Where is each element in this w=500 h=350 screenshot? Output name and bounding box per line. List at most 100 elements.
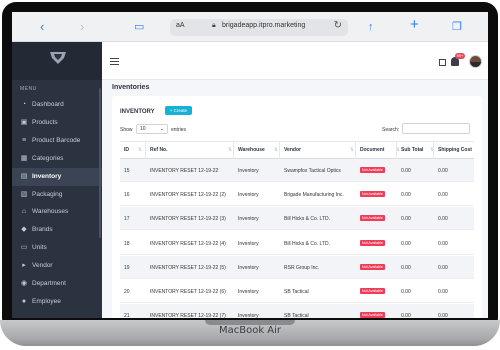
sidebar-item-label: Product Barcode <box>32 136 81 144</box>
cell-vendor: SB Tactical <box>284 289 309 295</box>
cell-subtotal: 0.00 <box>401 289 411 295</box>
brigade-logo-icon <box>50 52 66 64</box>
sidebar-item-packaging[interactable]: ▧ Packaging <box>12 186 102 204</box>
table-row[interactable]: 18 INVENTORY RESET 12-19-22 (4) Inventory B… <box>120 232 474 255</box>
sidebar-toggle-icon[interactable]: ▭ <box>134 19 144 35</box>
back-icon[interactable]: ‹ <box>40 19 44 35</box>
table-row[interactable]: 16 INVENTORY RESET 12-19-22 (2) Inventory B… <box>120 183 474 207</box>
table-header: ID ⇅ Ref No. ⇅ Warehouse ⇅ Vendor ⇅ Document ⇅ Sub… <box>120 141 474 160</box>
document-status-badge: Not Available <box>360 239 385 246</box>
sidebar-item-product-barcode[interactable]: ≡ Product Barcode <box>12 132 102 150</box>
forward-icon[interactable]: › <box>80 19 84 35</box>
sidebar-scrollbar[interactable] <box>99 88 101 238</box>
column-header[interactable]: Sub Total <box>401 147 423 153</box>
sidebar-item-label: Vendor <box>32 262 53 270</box>
table-row[interactable]: 19 INVENTORY RESET 12-19-22 (5) Inventory R… <box>120 255 474 279</box>
entries-label: entries <box>171 127 187 133</box>
cell-warehouse: Inventory <box>238 240 259 247</box>
new-tab-icon[interactable]: + <box>410 17 419 33</box>
cell-warehouse: Inventory <box>238 168 259 174</box>
lock-icon: 🔒︎ <box>212 22 216 29</box>
cell-warehouse: Inventory <box>238 264 259 271</box>
sidebar-item-brands[interactable]: ◆ Brands <box>12 221 102 239</box>
sort-icon[interactable]: ⇅ <box>350 147 354 153</box>
sort-icon[interactable]: ⇅ <box>228 147 232 153</box>
search-label: Search: <box>382 127 400 133</box>
notification-badge: 99+ <box>455 53 465 59</box>
column-header[interactable]: Document <box>360 147 384 153</box>
table-row[interactable]: 20 INVENTORY RESET 12-19-22 (6) Inventory S… <box>120 280 474 303</box>
avatar[interactable] <box>469 55 482 68</box>
tabs-icon[interactable]: ❐ <box>452 19 462 35</box>
brand-logo[interactable] <box>12 42 102 80</box>
cell-warehouse: Inventory <box>238 289 259 295</box>
warehouse-icon: ⌂ <box>21 208 27 216</box>
dashboard-icon: ◔ <box>21 101 27 108</box>
sidebar-item-categories[interactable]: ▦ Categories <box>12 150 102 168</box>
column-header[interactable]: ID <box>124 147 129 153</box>
cell-warehouse: Inventory <box>238 216 259 223</box>
cell-subtotal: 0.00 <box>401 264 411 271</box>
cell-vendor: SB Tactical <box>284 313 309 318</box>
cell-warehouse: Inventory <box>238 192 259 199</box>
cell-vendor: Swampfox Tactical Optics <box>284 168 341 174</box>
cell-shipping: 0.00 <box>438 216 448 223</box>
cell-shipping: 0.00 <box>438 289 448 295</box>
reader-icon[interactable]: aA <box>176 22 185 29</box>
cell-subtotal: 0.00 <box>401 168 411 174</box>
cell-ref: INVENTORY RESET 12-19-22 <box>150 168 219 174</box>
column-header[interactable]: Vendor <box>284 147 301 153</box>
cell-shipping: 0.00 <box>438 264 448 271</box>
sidebar-item-dashboard[interactable]: ◔ Dashboard <box>12 96 102 114</box>
sidebar-item-inventory[interactable]: ▤ Inventory <box>12 167 102 186</box>
create-button[interactable]: + Create <box>165 106 192 115</box>
sidebar-item-label: Brands <box>32 226 53 234</box>
table-row[interactable]: 15 INVENTORY RESET 12-19-22 Inventory Swamp… <box>120 159 474 182</box>
sort-icon[interactable]: ⇅ <box>274 147 278 153</box>
column-header[interactable]: Ref No. <box>150 147 168 153</box>
user-icon: ● <box>21 297 27 305</box>
document-status-badge: Not Available <box>360 215 385 222</box>
sidebar-item-warehouses[interactable]: ⌂ Warehouses <box>12 203 102 221</box>
sort-icon[interactable]: ⇅ <box>138 147 142 153</box>
cell-subtotal: 0.00 <box>401 192 411 199</box>
clipboard-icon: ▤ <box>20 172 28 180</box>
address-bar[interactable]: aA 🔒︎ brigadeapp.itpro.marketing ↻ <box>170 19 348 36</box>
sidebar-item-vendor[interactable]: ▸ Vendor <box>12 257 102 275</box>
share-icon[interactable]: ↑ <box>368 19 374 35</box>
cell-id: 20 <box>124 289 130 295</box>
document-status-badge: Not Available <box>360 191 385 198</box>
document-status-badge: Not Available <box>360 167 385 173</box>
sidebar-item-label: Packaging <box>32 190 63 198</box>
table-row[interactable]: 21 INVENTORY RESET 12-19-22 (7) Inventory S… <box>120 304 474 318</box>
sidebar-item-employee[interactable]: ● Employee <box>12 293 102 311</box>
reload-icon[interactable]: ↻ <box>334 20 342 31</box>
chevron-down-icon: ⌄ <box>159 126 164 132</box>
cell-id: 18 <box>124 240 130 247</box>
search-input[interactable] <box>402 123 470 134</box>
screen: ‹ › ▭ aA 🔒︎ brigadeapp.itpro.marketing ↻… <box>12 12 488 318</box>
hamburger-menu-icon[interactable] <box>110 58 119 65</box>
inventory-card: INVENTORY + Create Show 10 ⌄ entries Sea… <box>112 96 482 318</box>
sidebar-item-label: Units <box>32 244 47 252</box>
sidebar-item-label: Dashboard <box>32 101 64 108</box>
column-divider <box>396 142 397 160</box>
package-icon: ▧ <box>20 190 28 198</box>
cell-shipping: 0.00 <box>438 192 448 199</box>
sidebar-item-units[interactable]: ▭ Units <box>12 239 102 257</box>
cell-ref: INVENTORY RESET 12-19-22 (3) <box>150 216 226 223</box>
cell-vendor: Bill Hicks & Co. LTD. <box>284 216 331 223</box>
table-row[interactable]: 17 INVENTORY RESET 12-19-22 (3) Inventory B… <box>120 207 474 231</box>
url-text[interactable]: brigadeapp.itpro.marketing <box>222 22 305 29</box>
fullscreen-icon[interactable] <box>439 59 446 66</box>
card-title: INVENTORY <box>120 109 155 115</box>
sidebar-item-label: Products <box>32 118 58 126</box>
cell-subtotal: 0.00 <box>401 240 411 247</box>
sidebar-item-products[interactable]: ▣ Products <box>12 114 102 132</box>
users-icon: ◉ <box>20 280 28 287</box>
sidebar-item-department[interactable]: ◉ Department <box>12 275 102 293</box>
page-title: Inventories <box>112 84 150 91</box>
column-header[interactable]: Shipping Cost <box>438 147 472 153</box>
column-header[interactable]: Warehouse <box>238 147 265 153</box>
entries-select[interactable]: 10 ⌄ <box>136 124 168 134</box>
